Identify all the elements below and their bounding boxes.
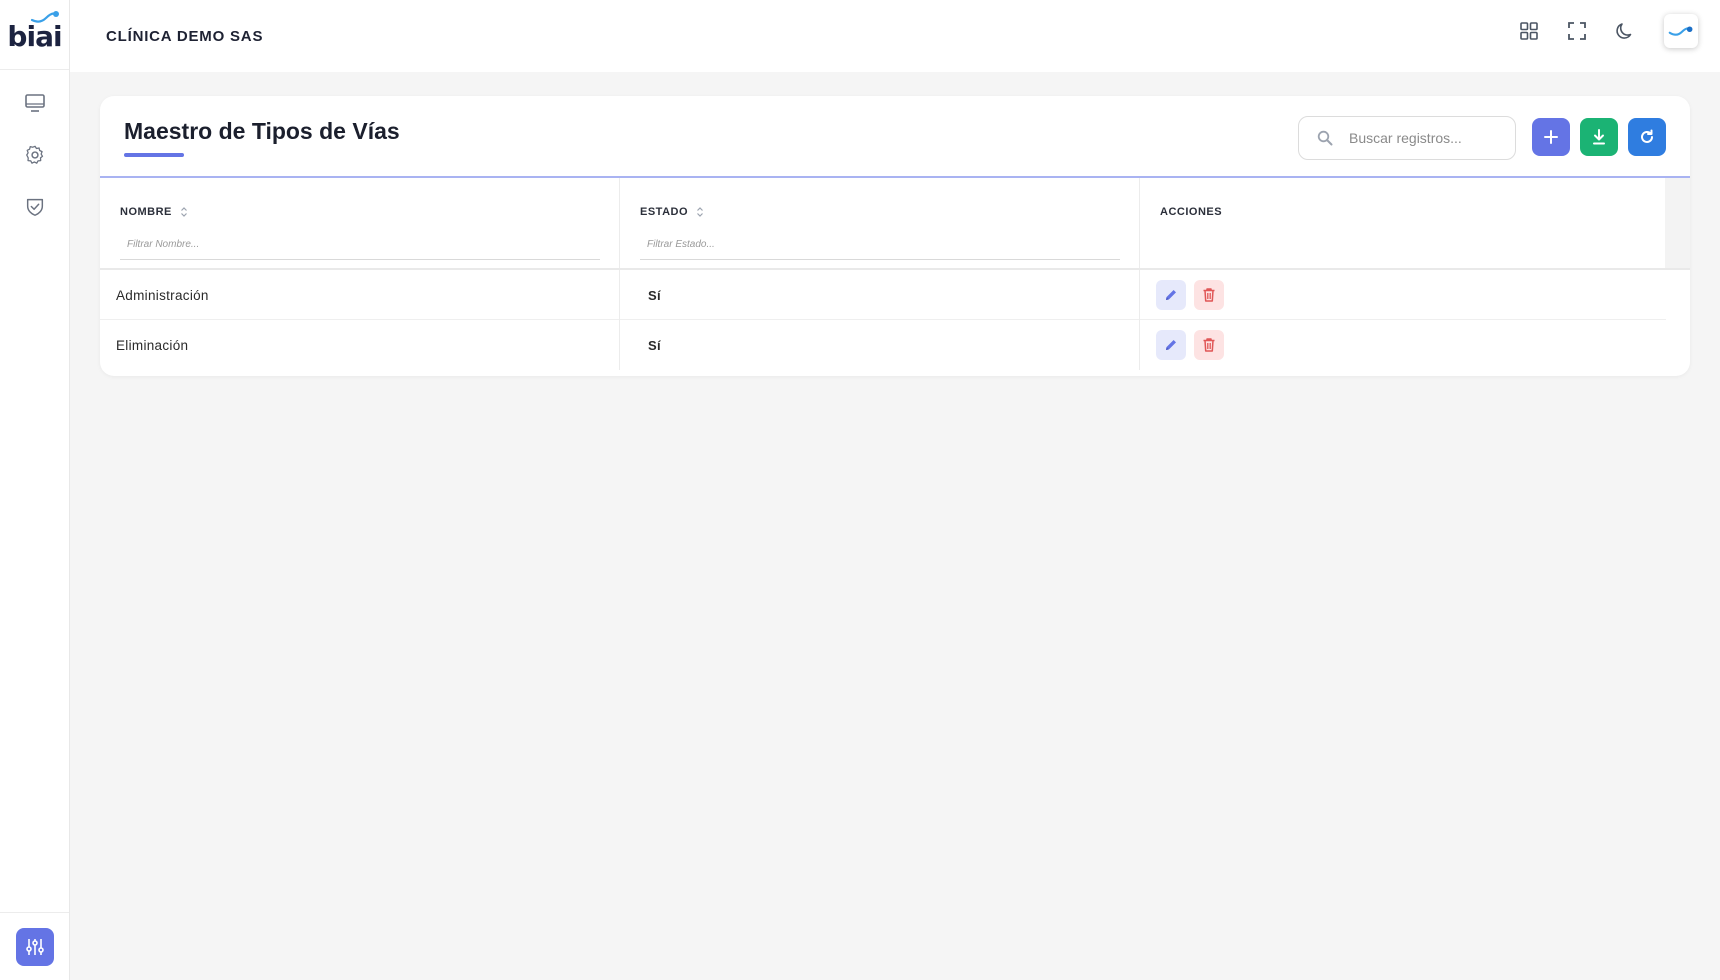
- cell-estado: Sí: [620, 320, 1140, 370]
- grid-icon[interactable]: [1516, 18, 1542, 44]
- column-label: NOMBRE: [120, 206, 172, 218]
- sliders-icon: [25, 938, 44, 955]
- logo-text: biai: [7, 20, 62, 53]
- column-nombre: NOMBRE: [100, 178, 620, 268]
- table-row: Administración Sí: [100, 270, 1666, 320]
- delete-button[interactable]: [1194, 330, 1224, 360]
- company-name: CLÍNICA DEMO SAS: [106, 27, 264, 45]
- table-header: NOMBRE ESTADO ACCIONES: [100, 178, 1690, 270]
- card-header: Maestro de Tipos de Vías: [100, 96, 1690, 178]
- avatar[interactable]: [1664, 14, 1698, 48]
- side-nav: [0, 70, 69, 222]
- search-input[interactable]: [1349, 130, 1509, 146]
- column-label: ESTADO: [640, 206, 689, 218]
- export-button[interactable]: [1580, 118, 1618, 156]
- moon-icon[interactable]: [1612, 18, 1638, 44]
- cell-nombre: Eliminación: [100, 320, 620, 370]
- column-label: ACCIONES: [1160, 206, 1223, 218]
- shield-check-icon[interactable]: [20, 192, 50, 222]
- trash-icon: [1203, 288, 1215, 302]
- topbar-actions: [1516, 14, 1698, 48]
- cell-acciones: [1140, 320, 1666, 370]
- column-acciones: ACCIONES: [1140, 178, 1665, 268]
- search-box: [1298, 116, 1516, 160]
- search-icon: [1315, 128, 1335, 148]
- download-icon: [1593, 129, 1605, 145]
- gear-icon[interactable]: [20, 140, 50, 170]
- pencil-icon: [1166, 340, 1176, 350]
- cell-estado: Sí: [620, 270, 1140, 320]
- add-button[interactable]: [1532, 118, 1570, 156]
- sidebar: biai: [0, 0, 70, 980]
- logo[interactable]: biai: [0, 0, 69, 70]
- trash-icon: [1203, 338, 1215, 352]
- sort-icon[interactable]: [696, 206, 704, 218]
- pencil-icon: [1166, 290, 1176, 300]
- logo-swoosh-icon: [30, 11, 59, 23]
- cell-nombre: Administración: [100, 270, 620, 320]
- edit-button[interactable]: [1156, 280, 1186, 310]
- sort-icon[interactable]: [180, 206, 188, 218]
- master-card: Maestro de Tipos de Vías NOMBRE: [100, 96, 1690, 376]
- column-estado: ESTADO: [620, 178, 1140, 268]
- table-body: Administración Sí Eliminación Sí: [100, 270, 1690, 370]
- delete-button[interactable]: [1194, 280, 1224, 310]
- topbar: CLÍNICA DEMO SAS: [70, 0, 1720, 72]
- cell-acciones: [1140, 270, 1666, 320]
- column-header-estado[interactable]: ESTADO: [640, 206, 704, 218]
- title-underline: [124, 153, 184, 157]
- column-header-acciones: ACCIONES: [1160, 206, 1222, 218]
- fullscreen-icon[interactable]: [1564, 18, 1590, 44]
- table-row: Eliminación Sí: [100, 320, 1666, 370]
- data-table: NOMBRE ESTADO ACCIONES: [100, 178, 1690, 370]
- column-header-nombre[interactable]: NOMBRE: [120, 206, 188, 218]
- filter-estado-input[interactable]: [640, 230, 1120, 260]
- edit-button[interactable]: [1156, 330, 1186, 360]
- refresh-icon: [1641, 129, 1653, 143]
- sidebar-footer: [0, 912, 69, 980]
- plus-icon: [1544, 130, 1558, 144]
- monitor-icon[interactable]: [20, 88, 50, 118]
- refresh-button[interactable]: [1628, 118, 1666, 156]
- customizer-button[interactable]: [15, 927, 54, 966]
- avatar-logo-icon: [1668, 26, 1693, 36]
- scrollbar-gutter: [1665, 178, 1690, 268]
- filter-nombre-input[interactable]: [120, 230, 600, 260]
- page-title: Maestro de Tipos de Vías: [124, 118, 400, 144]
